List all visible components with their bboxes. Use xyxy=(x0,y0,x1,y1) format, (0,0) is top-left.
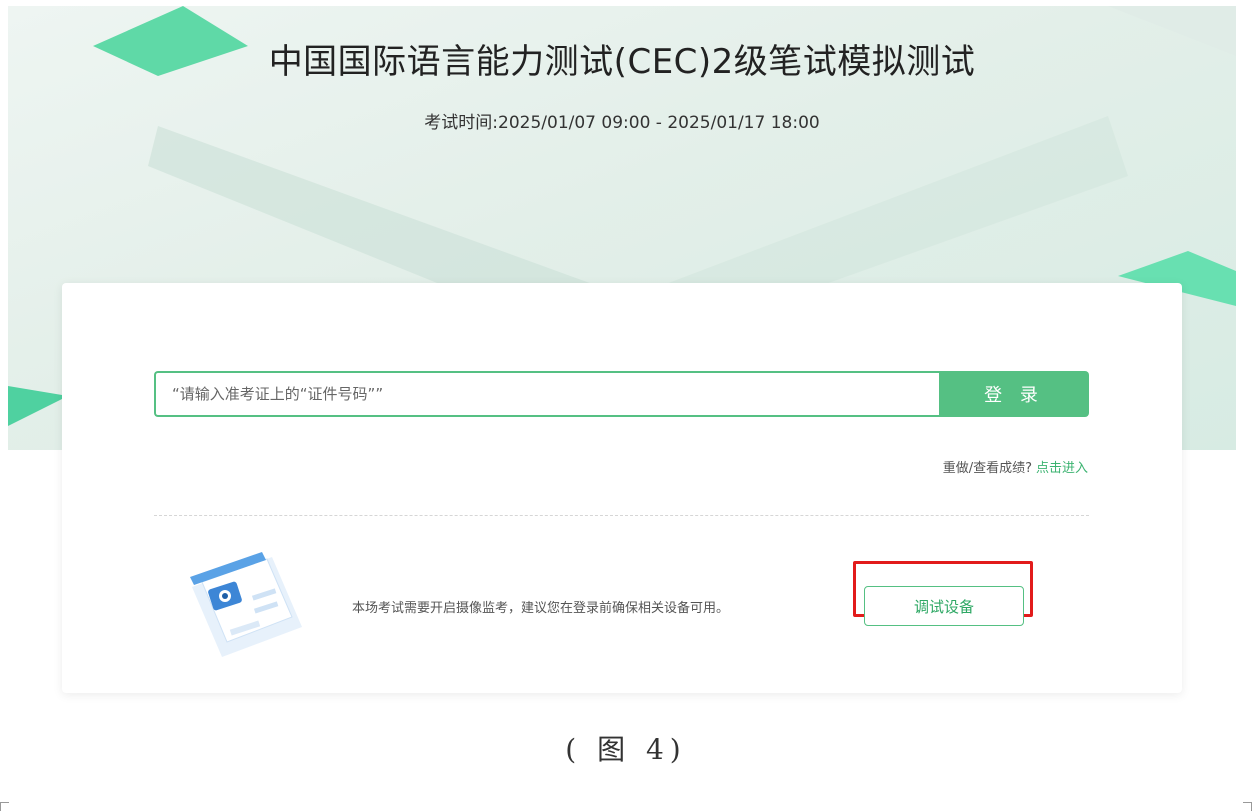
test-device-button[interactable]: 调试设备 xyxy=(864,586,1024,626)
redo-row: 重做/查看成绩? 点击进入 xyxy=(943,457,1088,476)
login-card: 登 录 重做/查看成绩? 点击进入 本场考试需要开启摄像监考，建议您在登录前确保相… xyxy=(62,283,1182,693)
id-number-input[interactable] xyxy=(154,371,939,417)
login-button[interactable]: 登 录 xyxy=(939,371,1089,417)
exam-title: 中国国际语言能力测试(CEC)2级笔试模拟测试 xyxy=(268,42,976,82)
redo-text: 重做/查看成绩? xyxy=(942,461,1032,476)
login-row: 登 录 xyxy=(154,371,1089,417)
exam-time: 考试时间:2025/01/07 09:00 - 2025/01/17 18:00 xyxy=(424,113,820,133)
camera-device-icon xyxy=(190,552,302,657)
camera-notice: 本场考试需要开启摄像监考，建议您在登录前确保相关设备可用。 xyxy=(352,601,730,616)
divider xyxy=(154,515,1089,516)
redo-link[interactable]: 点击进入 xyxy=(1036,461,1088,476)
figure-caption: ( 图 4) xyxy=(565,733,687,766)
